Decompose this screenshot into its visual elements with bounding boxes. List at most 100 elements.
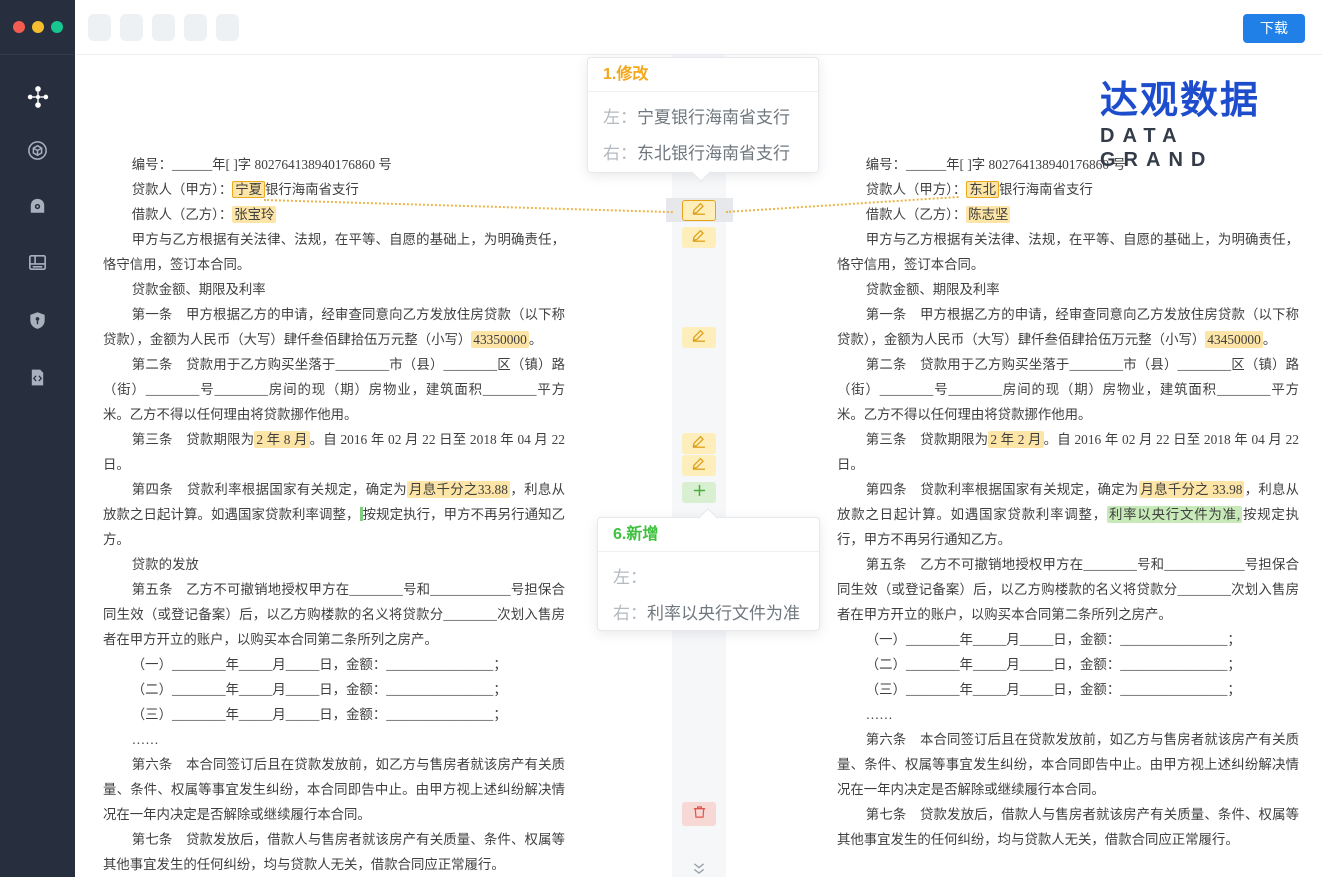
diff-highlight[interactable]: 43350000 <box>471 331 529 348</box>
diff-highlight[interactable]: 月息千分之33.88 <box>407 481 510 498</box>
edit-diff-marker[interactable] <box>682 433 716 454</box>
doc-text: 银行海南省支行 <box>265 182 359 197</box>
doc-text: 贷款人（甲方）： <box>866 182 966 197</box>
doc-text: 借款人（乙方）： <box>866 207 966 222</box>
edit-pencil-icon <box>690 202 708 220</box>
close-window-button[interactable] <box>13 21 25 33</box>
doc-text: 第七条 贷款发放后，借款人与售房者就该房产有关质量、条件、权属等其他事宜发生的任… <box>837 807 1299 847</box>
doc-text: 贷款金额、期限及利率 <box>132 282 266 297</box>
doc-text: 贷款的发放 <box>132 557 199 572</box>
doc-text: 甲方与乙方根据有关法律、法规，在平等、自愿的基础上，为明确责任，恪守信用，签订本… <box>837 232 1299 272</box>
toolbar-placeholder-tile <box>88 14 111 41</box>
maximize-window-button[interactable] <box>51 21 63 33</box>
toolbar-placeholder-tile <box>184 14 207 41</box>
doc-text: 贷款金额、期限及利率 <box>866 282 1000 297</box>
brand-logo: 达观数据 DATA GRAND <box>1100 80 1310 172</box>
diff-highlight[interactable]: 张宝玲 <box>232 206 276 223</box>
doc-text: 第三条 贷款期限为 <box>132 432 255 447</box>
document-pane-right[interactable]: 编号：______年[ ]字 802764138940176860 号贷款人（甲… <box>837 152 1299 877</box>
modify-tooltip-left-row: 左：宁夏银行海南省支行 <box>588 103 818 128</box>
doc-text: 银行海南省支行 <box>999 182 1093 197</box>
doc-text: 编号：______年[ ]字 802764138940176860 号 <box>132 157 392 172</box>
add-tooltip-right-row: 右：利率以央行文件为准 <box>598 599 819 624</box>
diff-highlight[interactable]: 陈志坚 <box>966 206 1010 223</box>
diff-highlight[interactable]: 东北 <box>966 181 999 198</box>
sidebar-item-news[interactable] <box>23 250 53 280</box>
right-value: 东北银行海南省支行 <box>637 144 790 163</box>
doc-text: （一）________年_____月_____日，金额：____________… <box>132 657 507 672</box>
diff-highlight[interactable]: 宁夏 <box>232 181 265 198</box>
robot-bell-icon <box>26 195 49 223</box>
add-diff-marker[interactable] <box>682 482 716 503</box>
doc-text: （二）________年_____月_____日，金额：____________… <box>866 657 1241 672</box>
document-pane-left[interactable]: 编号：______年[ ]字 802764138940176860 号贷款人（甲… <box>103 152 565 877</box>
doc-text: 第三条 贷款期限为 <box>866 432 989 447</box>
doc-text: 。 <box>529 332 542 347</box>
doc-text: 第五条 乙方不可撤销地授权甲方在________号和____________号担… <box>837 557 1299 622</box>
window-controls <box>0 0 75 55</box>
doc-text: （一）________年_____月_____日，金额：____________… <box>866 632 1241 647</box>
sidebar-item-code[interactable] <box>23 365 53 395</box>
left-value: 宁夏银行海南省支行 <box>637 108 790 127</box>
cluster-icon <box>25 84 51 115</box>
page: 下载 达观数据 DATA GRAND 编号：______年[ ]字 802764… <box>0 0 1322 877</box>
edit-pencil-icon <box>690 457 708 475</box>
doc-text: （三）________年_____月_____日，金额：____________… <box>866 682 1241 697</box>
download-button[interactable]: 下载 <box>1243 14 1305 43</box>
doc-text: 贷款人（甲方）： <box>132 182 232 197</box>
add-tooltip-left-row: 左： <box>598 563 819 588</box>
doc-text: 第六条 本合同签订后且在贷款发放前，如乙方与售房者就该房产有关质量、条件、权属等… <box>103 757 565 822</box>
edit-pencil-icon <box>690 229 708 247</box>
doc-text: 甲方与乙方根据有关法律、法规，在平等、自愿的基础上，为明确责任，恪守信用，签订本… <box>103 232 565 272</box>
shield-key-icon <box>27 310 48 336</box>
sidebar <box>0 0 75 877</box>
collapse-rail-button[interactable] <box>692 862 707 877</box>
news-doc-icon <box>26 251 49 279</box>
edit-diff-marker[interactable] <box>682 200 716 221</box>
toolbar-placeholder-tile <box>216 14 239 41</box>
edit-pencil-icon <box>690 329 708 347</box>
doc-text: 编号：______年[ ]字 802764138940176860 号 <box>866 157 1126 172</box>
minimize-window-button[interactable] <box>32 21 44 33</box>
delete-trash-icon <box>692 804 707 824</box>
sidebar-item-security[interactable] <box>23 308 53 338</box>
doc-text: 第二条 贷款用于乙方购买坐落于________市（县）________区（镇）路… <box>837 357 1299 422</box>
right-label: 右： <box>603 144 637 163</box>
sidebar-item-cluster[interactable] <box>23 84 53 114</box>
doc-text: 借款人（乙方）： <box>132 207 232 222</box>
doc-text: 第六条 本合同签订后且在贷款发放前，如乙方与售房者就该房产有关质量、条件、权属等… <box>837 732 1299 797</box>
left-label: 左： <box>603 108 637 127</box>
brand-logo-en: DATA GRAND <box>1100 124 1310 172</box>
edit-diff-marker[interactable] <box>682 327 716 348</box>
sphere-cube-icon <box>26 139 49 167</box>
doc-text: （三）________年_____月_____日，金额：____________… <box>132 707 507 722</box>
diff-highlight[interactable]: 月息千分之 33.98 <box>1139 481 1245 498</box>
diff-highlight[interactable]: 43450000 <box>1205 331 1263 348</box>
doc-text: …… <box>866 707 893 722</box>
sidebar-item-robot[interactable] <box>23 194 53 224</box>
modify-tooltip: 1.修改 左：宁夏银行海南省支行 右：东北银行海南省支行 <box>587 57 819 173</box>
double-chevron-down-icon <box>692 862 707 877</box>
doc-text: 第七条 贷款发放后，借款人与售房者就该房产有关质量、条件、权属等其他事宜发生的任… <box>103 832 565 872</box>
edit-diff-marker[interactable] <box>682 455 716 476</box>
doc-text: （二）________年_____月_____日，金额：____________… <box>132 682 507 697</box>
sidebar-item-model[interactable] <box>23 138 53 168</box>
diff-highlight[interactable]: 2 年 2 月 <box>988 431 1043 448</box>
toolbar-placeholder-tile <box>152 14 175 41</box>
diff-highlight[interactable]: 2 年 8 月 <box>254 431 309 448</box>
toolbar-placeholder-tile <box>120 14 143 41</box>
delete-diff-marker[interactable] <box>682 802 716 826</box>
topbar: 下载 <box>75 0 1322 55</box>
left-label: 左： <box>613 568 647 587</box>
diff-highlight[interactable]: 利率以央行文件为准, <box>1107 506 1242 523</box>
right-value: 利率以央行文件为准 <box>647 604 800 623</box>
add-tooltip: 6.新增 左： 右：利率以央行文件为准 <box>597 517 820 631</box>
modify-tooltip-title: 1.修改 <box>588 58 818 92</box>
code-file-icon <box>27 367 48 393</box>
modify-tooltip-right-row: 右：东北银行海南省支行 <box>588 139 818 164</box>
doc-text: 第四条 贷款利率根据国家有关规定，确定为 <box>132 482 407 497</box>
edit-diff-marker[interactable] <box>682 227 716 248</box>
edit-pencil-icon <box>690 435 708 453</box>
doc-text: …… <box>132 732 159 747</box>
doc-text: 第五条 乙方不可撤销地授权甲方在________号和____________号担… <box>103 582 565 647</box>
